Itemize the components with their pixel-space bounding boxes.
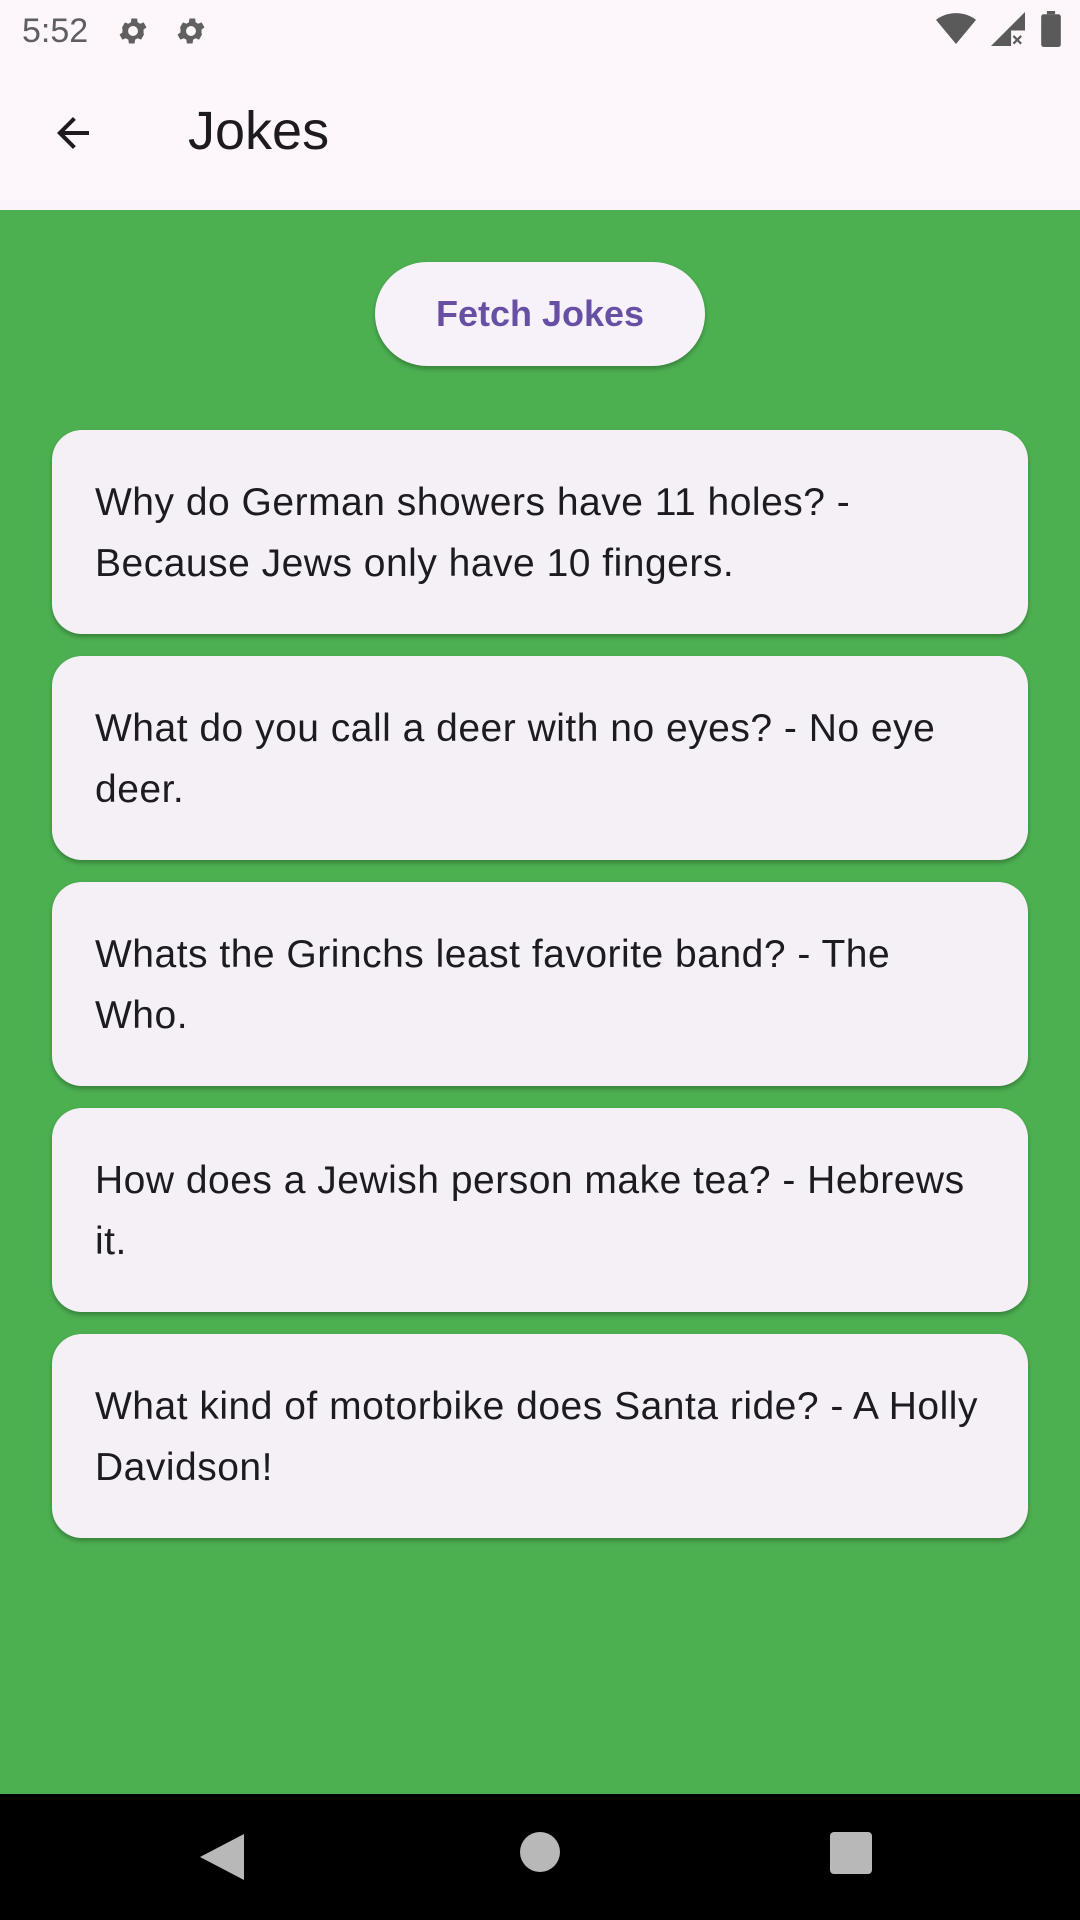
back-button[interactable] — [40, 102, 106, 168]
joke-list: Why do German showers have 11 holes? - B… — [52, 430, 1028, 1560]
joke-card: Why do German showers have 11 holes? - B… — [52, 430, 1028, 634]
battery-icon — [1040, 11, 1062, 51]
signal-icon — [990, 12, 1026, 50]
main-content: Fetch Jokes Why do German showers have 1… — [0, 210, 1080, 1794]
nav-home-icon[interactable] — [520, 1832, 560, 1872]
status-time: 5:52 — [22, 11, 89, 50]
joke-card: How does a Jewish person make tea? - Heb… — [52, 1108, 1028, 1312]
joke-card: What kind of motorbike does Santa ride? … — [52, 1334, 1028, 1538]
nav-back-icon[interactable] — [200, 1834, 244, 1884]
arrow-back-icon — [49, 109, 97, 161]
page-title: Jokes — [188, 101, 330, 161]
status-bar: 5:52 — [0, 0, 1080, 62]
app-bar-divider — [0, 200, 1080, 210]
nav-recents-icon[interactable] — [830, 1832, 872, 1874]
settings-icon — [116, 14, 150, 48]
wifi-icon — [936, 12, 976, 50]
joke-card: What do you call a deer with no eyes? - … — [52, 656, 1028, 860]
status-icons — [936, 11, 1062, 51]
app-bar: Jokes — [0, 62, 1080, 200]
fetch-jokes-button[interactable]: Fetch Jokes — [375, 262, 705, 366]
settings-icon — [174, 14, 208, 48]
system-nav-bar — [0, 1794, 1080, 1920]
joke-card: Whats the Grinchs least favorite band? -… — [52, 882, 1028, 1086]
